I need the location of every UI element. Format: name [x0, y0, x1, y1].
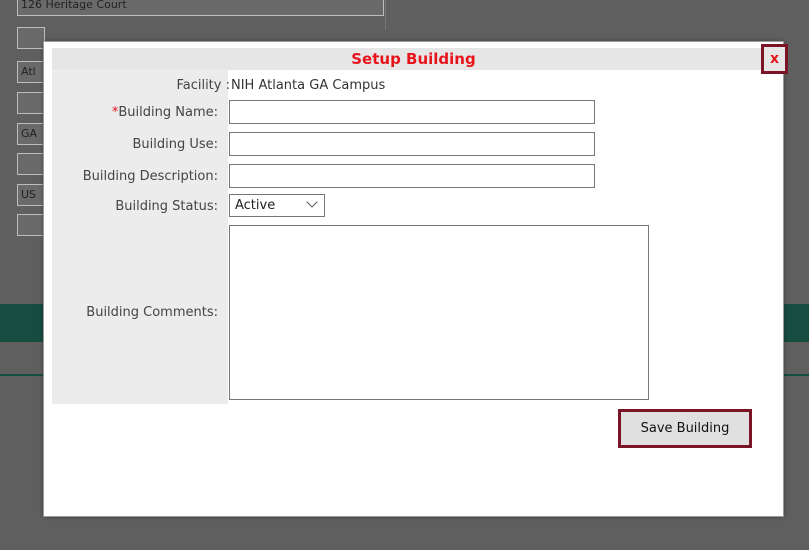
bg-address2-field	[17, 27, 45, 49]
bg-address-field: 126 Heritage Court	[17, 0, 384, 16]
close-icon: x	[769, 51, 780, 67]
bg-state-field: GA	[17, 123, 45, 145]
building-status-value: Active	[235, 198, 276, 213]
label-column	[52, 70, 228, 404]
facility-label: Facility :	[176, 78, 230, 93]
building-description-label: Building Description:	[82, 169, 218, 184]
building-comments-label: Building Comments:	[86, 305, 218, 320]
bg-blank-field-1	[17, 92, 45, 114]
building-description-input[interactable]	[229, 164, 595, 188]
setup-building-dialog: Setup Building x Facility : NIH Atlanta …	[43, 41, 788, 517]
building-name-label: *Building Name:	[112, 105, 218, 120]
building-name-input[interactable]	[229, 100, 595, 124]
building-status-select[interactable]: Active	[229, 194, 325, 217]
save-building-button[interactable]: Save Building	[618, 409, 752, 448]
chevron-down-icon	[306, 196, 318, 208]
bg-divider	[385, 0, 386, 30]
building-status-label: Building Status:	[115, 199, 218, 214]
building-use-input[interactable]	[229, 132, 595, 156]
bg-city-field: Atl	[17, 61, 45, 83]
dialog-title-bar: Setup Building x	[52, 44, 788, 74]
building-comments-textarea[interactable]	[229, 225, 649, 400]
bg-country-field: US	[17, 184, 45, 206]
bg-blank-field-3	[17, 214, 45, 236]
bg-blank-field-2	[17, 153, 45, 175]
building-name-label-text: Building Name:	[118, 105, 218, 120]
building-use-label: Building Use:	[132, 137, 218, 152]
dialog-title: Setup Building	[351, 50, 476, 68]
close-button[interactable]: x	[761, 44, 788, 74]
facility-value: NIH Atlanta GA Campus	[231, 78, 386, 93]
